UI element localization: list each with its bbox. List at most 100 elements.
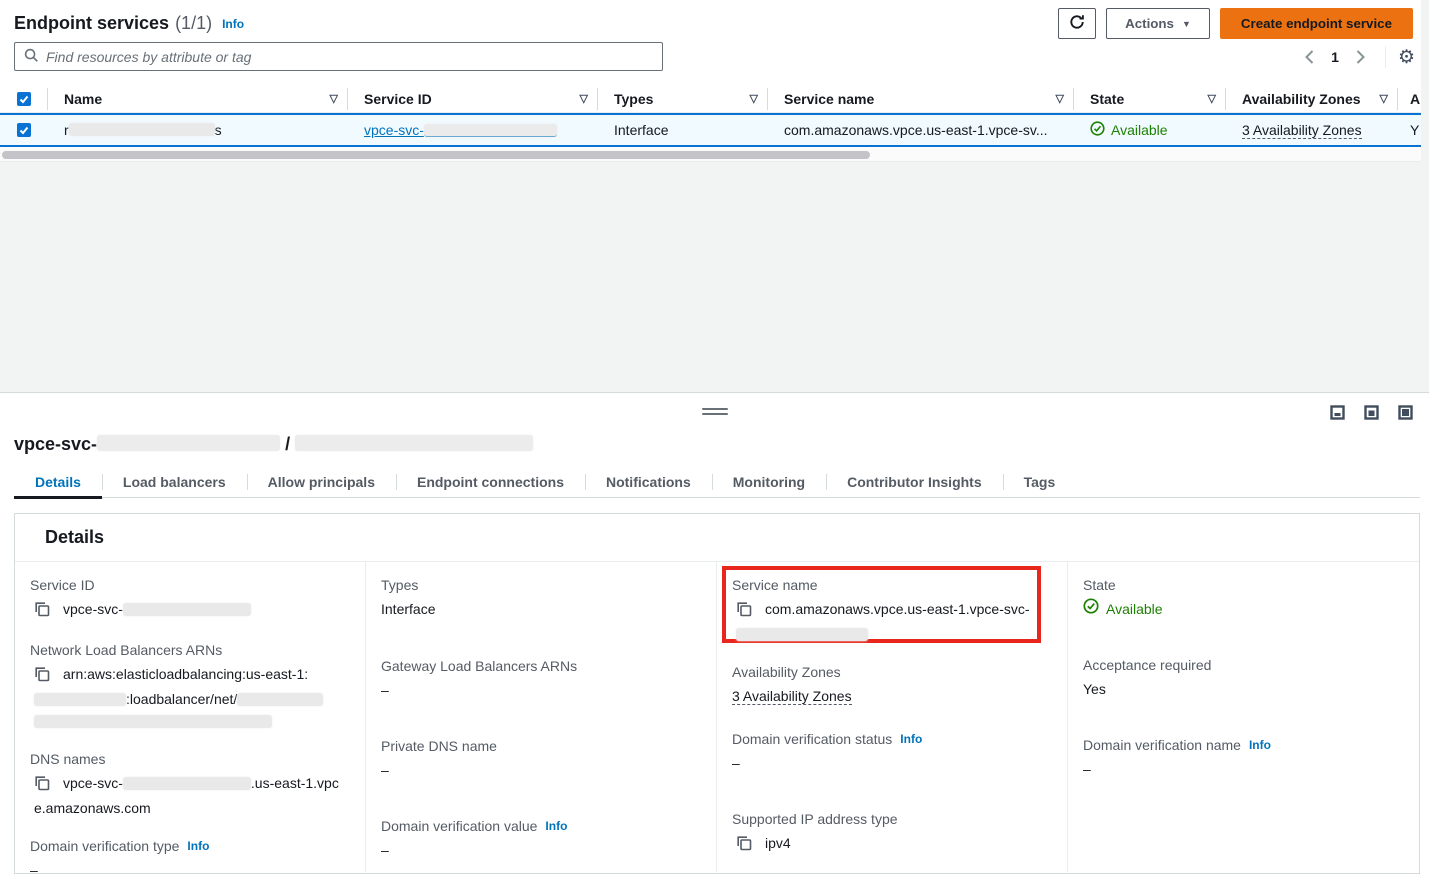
tab-contributor-insights[interactable]: Contributor Insights (826, 467, 1003, 497)
details-column-4: State Available Acceptance required Yes … (1068, 562, 1419, 872)
horizontal-scrollbar-thumb[interactable] (2, 151, 870, 159)
copy-icon[interactable] (736, 835, 752, 857)
column-header-types[interactable]: Types▽ (598, 85, 768, 112)
table-header: Name▽ Service ID▽ Types▽ Service name▽ S… (0, 85, 1421, 113)
row-availability-zones-cell: 3 Availability Zones (1226, 115, 1398, 145)
select-all-checkbox[interactable] (17, 92, 31, 106)
field-service-id: Service ID vpce-svc- (30, 577, 347, 623)
tab-notifications[interactable]: Notifications (585, 467, 712, 497)
redacted-text (237, 693, 323, 706)
filter-icon[interactable]: ▽ (324, 92, 338, 105)
search-input[interactable] (46, 49, 653, 65)
details-card-heading: Details (15, 514, 1419, 562)
column-header-name[interactable]: Name▽ (48, 85, 348, 112)
actions-button[interactable]: Actions ▼ (1106, 8, 1210, 39)
details-column-2: Types Interface Gateway Load Balancers A… (366, 562, 717, 872)
info-link[interactable]: Info (1249, 738, 1271, 752)
caret-down-icon: ▼ (1182, 19, 1191, 29)
filter-icon[interactable]: ▽ (744, 92, 758, 105)
split-panel-drag-handle[interactable] (702, 408, 728, 418)
redacted-text (123, 777, 251, 790)
status-available-icon (1083, 598, 1099, 620)
detail-split-panel: vpce-svc- / Details Load balancers Allow… (0, 392, 1429, 886)
field-nlb-arns: Network Load Balancers ARNs arn:aws:elas… (30, 642, 347, 732)
redacted-text (69, 123, 215, 136)
field-state: State Available (1083, 577, 1401, 620)
filter-icon[interactable]: ▽ (1050, 92, 1064, 105)
field-service-name: Service name com.amazonaws.vpce.us-east-… (732, 577, 1049, 645)
create-endpoint-service-button[interactable]: Create endpoint service (1220, 8, 1413, 39)
row-name-cell: rs (48, 115, 348, 145)
table-row[interactable]: rs vpce-svc- Interface com.amazonaws.vpc… (0, 113, 1421, 147)
panel-size-medium-icon[interactable] (1364, 405, 1379, 423)
availability-zones-popover-link[interactable]: 3 Availability Zones (1242, 122, 1362, 139)
info-link[interactable]: Info (900, 732, 922, 746)
resource-count: (1/1) (175, 13, 212, 34)
redacted-text (97, 435, 280, 451)
details-card: Details Service ID vpce-svc- Network Loa… (14, 513, 1420, 874)
current-page[interactable]: 1 (1325, 49, 1345, 65)
select-all-cell (0, 85, 48, 112)
settings-gear-icon[interactable]: ⚙ (1398, 48, 1415, 67)
tab-details[interactable]: Details (14, 467, 102, 497)
column-header-service-name[interactable]: Service name▽ (768, 85, 1074, 112)
row-service-id-cell: vpce-svc- (348, 115, 598, 145)
filter-icon[interactable]: ▽ (1202, 92, 1216, 105)
create-label: Create endpoint service (1241, 16, 1392, 31)
column-header-service-id[interactable]: Service ID▽ (348, 85, 598, 112)
search-box[interactable] (14, 42, 663, 71)
field-domain-verification-type: Domain verification type Info – (30, 838, 347, 881)
info-link[interactable]: Info (187, 839, 209, 853)
panel-layout-controls (1330, 405, 1413, 423)
info-link[interactable]: Info (545, 819, 567, 833)
previous-page-button[interactable] (1297, 45, 1321, 69)
details-column-3: Service name com.amazonaws.vpce.us-east-… (717, 562, 1068, 872)
field-availability-zones: Availability Zones 3 Availability Zones (732, 664, 1049, 707)
column-header-acceptance-cut[interactable]: A (1398, 85, 1421, 112)
info-link[interactable]: Info (222, 17, 244, 31)
copy-icon[interactable] (34, 601, 50, 623)
panel-title: vpce-svc- / (14, 434, 533, 455)
details-column-1: Service ID vpce-svc- Network Load Balanc… (15, 562, 366, 872)
field-acceptance-required: Acceptance required Yes (1083, 657, 1401, 700)
column-header-state[interactable]: State▽ (1074, 85, 1226, 112)
field-domain-verification-value: Domain verification value Info – (381, 818, 698, 861)
header-buttons: Actions ▼ Create endpoint service (1058, 8, 1413, 39)
field-domain-verification-status: Domain verification status Info – (732, 731, 1049, 774)
filter-icon[interactable]: ▽ (1374, 92, 1388, 105)
tab-tags[interactable]: Tags (1003, 467, 1077, 497)
redacted-text (424, 124, 557, 137)
filter-icon[interactable]: ▽ (574, 92, 588, 105)
pagination: 1 ⚙ (1297, 44, 1415, 70)
next-page-button[interactable] (1349, 45, 1373, 69)
redacted-text (34, 693, 126, 706)
redacted-text (34, 715, 272, 728)
copy-icon[interactable] (34, 666, 50, 688)
redacted-text (123, 603, 251, 616)
redacted-text (295, 435, 533, 451)
refresh-icon (1069, 14, 1085, 33)
tab-load-balancers[interactable]: Load balancers (102, 467, 247, 497)
scrollbar-gutter (1421, 0, 1429, 392)
row-acceptance-cell-cut: Y (1398, 115, 1421, 145)
refresh-button[interactable] (1058, 8, 1096, 39)
panel-size-full-icon[interactable] (1398, 405, 1413, 423)
list-header: Endpoint services (1/1) Info Actions ▼ C… (14, 7, 1413, 40)
actions-label: Actions (1125, 16, 1174, 31)
panel-size-small-icon[interactable] (1330, 405, 1345, 423)
tab-endpoint-connections[interactable]: Endpoint connections (396, 467, 585, 497)
tab-allow-principals[interactable]: Allow principals (247, 467, 396, 497)
row-checkbox[interactable] (17, 123, 31, 137)
horizontal-scrollbar-track[interactable] (0, 149, 1421, 161)
copy-icon[interactable] (736, 601, 752, 623)
column-header-availability-zones[interactable]: Availability Zones▽ (1226, 85, 1398, 112)
tab-monitoring[interactable]: Monitoring (712, 467, 826, 497)
endpoint-services-list-section: Endpoint services (1/1) Info Actions ▼ C… (0, 0, 1429, 392)
copy-icon[interactable] (34, 775, 50, 797)
field-private-dns-name: Private DNS name – (381, 738, 698, 781)
field-glb-arns: Gateway Load Balancers ARNs – (381, 658, 698, 701)
field-types: Types Interface (381, 577, 698, 620)
field-domain-verification-name: Domain verification name Info – (1083, 737, 1401, 780)
availability-zones-popover-link[interactable]: 3 Availability Zones (732, 688, 852, 705)
service-id-link[interactable]: vpce-svc- (364, 122, 557, 138)
